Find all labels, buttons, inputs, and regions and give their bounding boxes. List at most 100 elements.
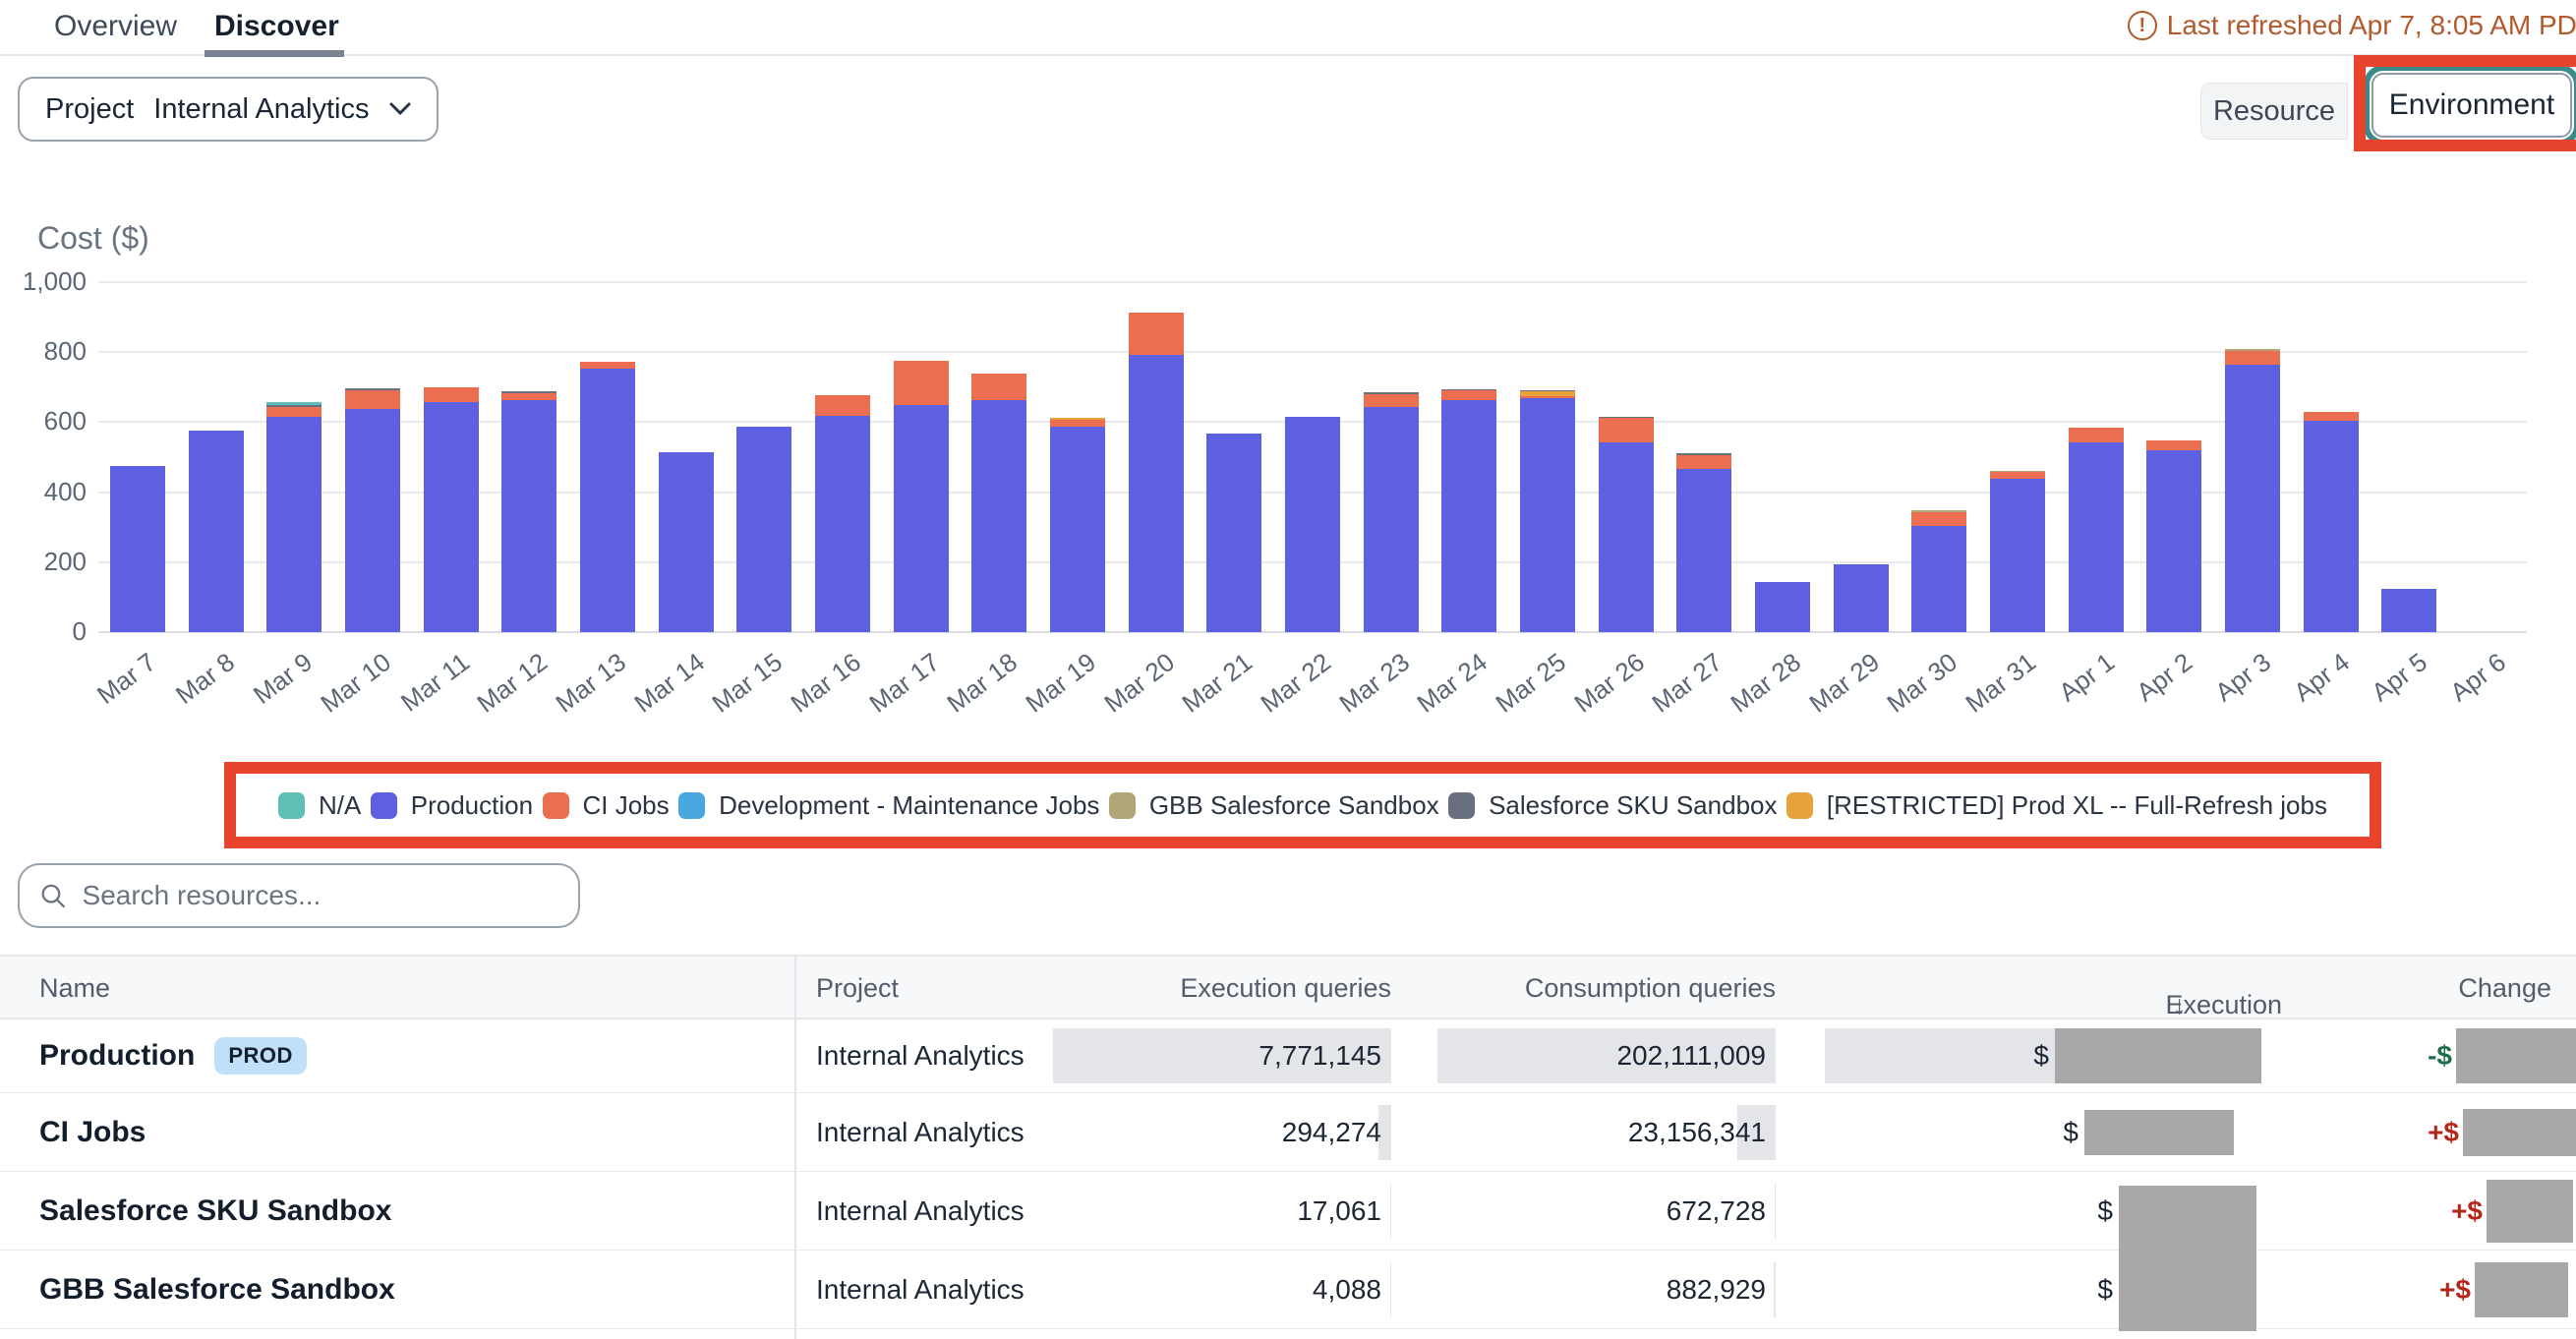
bar-segment-ci-jobs[interactable] [1990, 472, 2045, 479]
bar-segment-gbb-salesforce-sandbox[interactable] [2225, 349, 2280, 351]
table-row-salesforce-sku-sandbox[interactable]: Salesforce SKU SandboxInternal Analytics… [0, 1172, 2576, 1251]
bar-segment-ci-jobs[interactable] [2225, 351, 2280, 365]
bar-segment-production[interactable] [266, 417, 322, 632]
tab-overview[interactable]: Overview [54, 10, 177, 43]
bar-segment-ci-jobs[interactable] [1441, 390, 1496, 400]
active-tab-underline [205, 50, 344, 57]
bar-segment-ci-jobs[interactable] [1599, 418, 1654, 442]
bar-segment-production[interactable] [2304, 421, 2359, 632]
bar-segment-production[interactable] [2225, 365, 2280, 632]
bar-segment-production[interactable] [501, 400, 556, 632]
bar-segment-salesforce-sku-sandbox[interactable] [345, 388, 400, 390]
search-input[interactable] [83, 880, 558, 911]
bar-segment-salesforce-sku-sandbox[interactable] [1520, 390, 1575, 391]
bar-segment-production[interactable] [580, 369, 635, 632]
bar-segment--restricted-prod-xl-full-refresh-jobs[interactable] [1520, 391, 1575, 396]
bar-segment-production[interactable] [1834, 564, 1889, 632]
col-header-name[interactable]: Name [39, 973, 110, 1004]
col-header-change[interactable]: Change [2458, 973, 2551, 1004]
bar-segment-production[interactable] [1599, 442, 1654, 632]
bar-segment-production[interactable] [659, 452, 714, 632]
bar-segment-production[interactable] [894, 405, 949, 632]
project-cell: Internal Analytics [816, 1172, 1025, 1250]
bar-segment-production[interactable] [424, 402, 479, 632]
bar-segment-ci-jobs[interactable] [1520, 396, 1575, 398]
col-header-project[interactable]: Project [816, 973, 899, 1004]
bar-segment-ci-jobs[interactable] [2146, 440, 2201, 450]
consumption-queries-cell: 672,728 [1437, 1172, 1776, 1250]
bar-segment-production[interactable] [1990, 479, 2045, 632]
legend-item-gbb-salesforce-sandbox[interactable]: GBB Salesforce Sandbox [1109, 790, 1439, 821]
project-cell: Internal Analytics [816, 1093, 1025, 1171]
bar-segment-ci-jobs[interactable] [345, 390, 400, 410]
legend-item-n-a[interactable]: N/A [278, 790, 361, 821]
bar-segment-production[interactable] [1050, 427, 1105, 632]
bar-segment-production[interactable] [736, 427, 791, 632]
legend-label: GBB Salesforce Sandbox [1149, 790, 1439, 821]
bar-segment-production[interactable] [1676, 469, 1731, 632]
bar-segment-production[interactable] [345, 409, 400, 632]
bar-segment-production[interactable] [1285, 417, 1340, 632]
execution-queries-cell: 17,061 [1053, 1172, 1391, 1250]
bar-segment-production[interactable] [1206, 434, 1261, 632]
bar-segment-salesforce-sku-sandbox[interactable] [1441, 389, 1496, 390]
tab-bar: Overview Discover ! Last refreshed Apr 7… [0, 0, 2576, 56]
bar-segment-production[interactable] [1441, 400, 1496, 632]
legend-item-development-maintenance-jobs[interactable]: Development - Maintenance Jobs [678, 790, 1099, 821]
bar-segment-ci-jobs[interactable] [894, 361, 949, 405]
bar-segment-production[interactable] [2069, 442, 2124, 632]
bar-segment-ci-jobs[interactable] [1050, 420, 1105, 428]
resource-toggle-button[interactable]: Resource [2200, 83, 2348, 140]
col-header-execution-cost[interactable]: Execution cost ↓ [2165, 973, 2173, 1004]
col-header-execution-queries[interactable]: Execution queries [1180, 973, 1391, 1004]
bar-segment-n-a[interactable] [266, 402, 322, 404]
bar-segment-production[interactable] [2381, 589, 2436, 632]
bar-segment-salesforce-sku-sandbox[interactable] [1364, 392, 1419, 393]
bar-segment-production[interactable] [971, 400, 1026, 632]
bar-segment-gbb-salesforce-sandbox[interactable] [1990, 471, 2045, 472]
tab-discover[interactable]: Discover [214, 10, 339, 43]
bar-segment-salesforce-sku-sandbox[interactable] [1676, 453, 1731, 454]
bar-segment-production[interactable] [1911, 526, 1966, 632]
bar-segment-production[interactable] [1364, 407, 1419, 632]
legend-label: CI Jobs [583, 790, 670, 821]
bar-segment-production[interactable] [815, 416, 870, 632]
bar-segment-gbb-salesforce-sandbox[interactable] [1911, 510, 1966, 511]
bar-segment-salesforce-sku-sandbox[interactable] [266, 405, 322, 407]
col-header-consumption-queries[interactable]: Consumption queries [1525, 973, 1776, 1004]
legend-item-salesforce-sku-sandbox[interactable]: Salesforce SKU Sandbox [1448, 790, 1777, 821]
bar-segment-salesforce-sku-sandbox[interactable] [1599, 417, 1654, 418]
chart-title: Cost ($) [37, 220, 149, 257]
bar-segment-production[interactable] [189, 431, 244, 632]
bar-segment-ci-jobs[interactable] [501, 393, 556, 400]
project-filter-dropdown[interactable]: Project Internal Analytics [18, 77, 439, 142]
bar-segment-production[interactable] [110, 466, 165, 632]
bar-segment-ci-jobs[interactable] [971, 374, 1026, 401]
legend-item-production[interactable]: Production [371, 790, 533, 821]
bar-segment-ci-jobs[interactable] [1676, 455, 1731, 470]
table-row-ci-jobs[interactable]: CI JobsInternal Analytics294,27423,156,3… [0, 1093, 2576, 1172]
bar-segment-ci-jobs[interactable] [580, 362, 635, 369]
bar-segment-production[interactable] [1129, 355, 1184, 632]
project-cell: Internal Analytics [816, 1251, 1025, 1328]
bar-segment-salesforce-sku-sandbox[interactable] [501, 391, 556, 392]
bar-segment--restricted-prod-xl-full-refresh-jobs[interactable] [1050, 418, 1105, 419]
bar-segment-production[interactable] [2146, 450, 2201, 632]
bar-segment-ci-jobs[interactable] [266, 407, 322, 417]
bar-segment-ci-jobs[interactable] [1911, 512, 1966, 526]
legend-item--restricted-prod-xl-full-refresh-jobs[interactable]: [RESTRICTED] Prod XL -- Full-Refresh job… [1786, 790, 2327, 821]
bar-segment-ci-jobs[interactable] [2069, 428, 2124, 442]
bar-segment-ci-jobs[interactable] [815, 395, 870, 415]
table-row-production[interactable]: ProductionPRODInternal Analytics7,771,14… [0, 1019, 2576, 1093]
last-refreshed-text: Last refreshed Apr 7, 8:05 AM PDT [2167, 10, 2576, 41]
legend-item-ci-jobs[interactable]: CI Jobs [543, 790, 670, 821]
bar-segment-ci-jobs[interactable] [1129, 313, 1184, 355]
bar-segment-production[interactable] [1755, 582, 1810, 632]
environment-toggle-button[interactable]: Environment [2371, 73, 2572, 138]
bar-segment-ci-jobs[interactable] [424, 387, 479, 402]
bar-segment-production[interactable] [1520, 398, 1575, 632]
change-cell: +$ [2281, 1093, 2576, 1171]
bar-segment-ci-jobs[interactable] [1364, 394, 1419, 408]
search-resources-box[interactable] [18, 863, 580, 928]
bar-segment-ci-jobs[interactable] [2304, 412, 2359, 421]
